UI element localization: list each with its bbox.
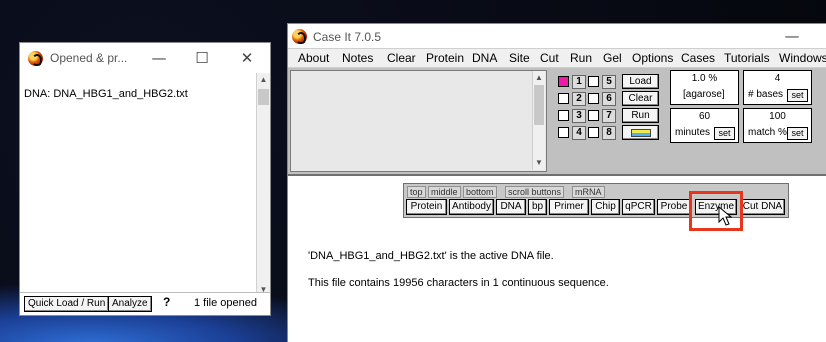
agarose-value[interactable]: 1.0 % [671, 73, 738, 84]
status-text: 1 file opened [194, 297, 257, 309]
chip-tool-button[interactable]: Chip [591, 199, 620, 215]
menu-protein[interactable]: Protein [426, 51, 464, 65]
cursor-arrow-icon [718, 206, 732, 226]
agarose-param: 1.0 % [agarose] [670, 70, 739, 105]
lane-number: 2 [572, 92, 586, 106]
match-value[interactable]: 100 [744, 111, 811, 122]
agarose-label: [agarose] [683, 89, 725, 100]
scroll-thumb[interactable] [534, 85, 544, 125]
palette-tab-mrna[interactable]: mRNA [572, 186, 605, 198]
protein-tool-button[interactable]: Protein [406, 199, 447, 215]
title-bar[interactable]: Case It 7.0.5 — [288, 24, 826, 48]
menu-run[interactable]: Run [570, 51, 592, 65]
maximize-icon[interactable]: ☐ [188, 47, 216, 69]
menu-clear[interactable]: Clear [387, 51, 416, 65]
status-bar: Quick Load / Run Analyze ? 1 file opened [20, 292, 270, 315]
match-set-button[interactable]: set [787, 127, 808, 140]
minutes-label: minutes [675, 127, 711, 138]
menu-cut[interactable]: Cut [540, 51, 559, 65]
lane-checkbox[interactable] [588, 93, 599, 104]
menu-about[interactable]: About [298, 51, 329, 65]
active-file-message: 'DNA_HBG1_and_HBG2.txt' is the active DN… [308, 250, 554, 262]
match-label: match % [748, 127, 787, 138]
lane-number: 8 [602, 126, 616, 140]
menu-cases[interactable]: Cases [681, 51, 715, 65]
vertical-scrollbar[interactable]: ▲ ▼ [256, 73, 270, 297]
lane-checkbox[interactable] [588, 76, 599, 87]
probe-tool-button[interactable]: Probe [657, 199, 691, 215]
bp-tool-button[interactable]: bp [528, 199, 547, 215]
quick-load-run-button[interactable]: Quick Load / Run [24, 296, 110, 312]
cut-dna-tool-button[interactable]: Cut DNA [740, 199, 785, 215]
sequence-list[interactable] [290, 70, 547, 172]
palette-tab-middle[interactable]: middle [428, 186, 461, 198]
highlight-box [689, 191, 743, 231]
palette-tab-scroll-buttons[interactable]: scroll buttons [505, 186, 565, 198]
lane-checkbox[interactable] [558, 76, 569, 87]
palette-tab-bottom[interactable]: bottom [463, 186, 497, 198]
minimize-icon[interactable]: — [145, 47, 173, 69]
minimize-icon[interactable]: — [778, 25, 806, 47]
minutes-param: 60 minutes set [670, 108, 739, 143]
lane-checkbox[interactable] [558, 127, 569, 138]
sequence-info-message: This file contains 19956 characters in 1… [308, 277, 609, 289]
window-title: Opened & pr... [50, 51, 128, 65]
scroll-up-icon[interactable]: ▲ [533, 71, 545, 85]
opened-files-window: Opened & pr... — ☐ ✕ DNA: DNA_HBG1_and_H… [20, 43, 270, 315]
minutes-set-button[interactable]: set [714, 127, 735, 140]
menu-windows[interactable]: Windows [779, 51, 826, 65]
title-bar[interactable]: Opened & pr... — ☐ ✕ [20, 43, 270, 73]
primer-tool-button[interactable]: Primer [549, 199, 589, 215]
scroll-up-icon[interactable]: ▲ [257, 73, 270, 87]
lane-number: 4 [572, 126, 586, 140]
menu-dna[interactable]: DNA [472, 51, 497, 65]
lane-checkbox[interactable] [558, 110, 569, 121]
menu-options[interactable]: Options [632, 51, 673, 65]
lane-number: 1 [572, 75, 586, 89]
lane-checkbox[interactable] [558, 93, 569, 104]
dna-tool-button[interactable]: DNA [496, 199, 526, 215]
analyze-button[interactable]: Analyze [108, 296, 152, 312]
help-icon[interactable]: ? [163, 295, 170, 309]
lane-checkbox[interactable] [588, 127, 599, 138]
toolbar: ▲ ▼ 1 5 2 6 3 7 4 8 Load Clear Run 1.0 %… [288, 68, 826, 176]
lane-number: 5 [602, 75, 616, 89]
lane-checkbox[interactable] [588, 110, 599, 121]
scroll-down-icon[interactable]: ▼ [533, 156, 545, 170]
lane-number: 7 [602, 109, 616, 123]
lane-number: 6 [602, 92, 616, 106]
lane-panel: 1 5 2 6 3 7 4 8 Load Clear Run [550, 70, 666, 170]
gel-icon [630, 129, 651, 137]
bases-param: 4 # bases set [743, 70, 812, 105]
menu-site[interactable]: Site [509, 51, 530, 65]
gel-view-button[interactable] [622, 125, 659, 140]
menu-bar: About Notes Clear Protein DNA Site Cut R… [288, 48, 826, 68]
file-list: DNA: DNA_HBG1_and_HBG2.txt [20, 73, 256, 295]
close-icon[interactable]: ✕ [233, 47, 261, 69]
lane-number: 3 [572, 109, 586, 123]
menu-gel[interactable]: Gel [603, 51, 622, 65]
palette-tab-top[interactable]: top [407, 186, 426, 198]
run-button[interactable]: Run [622, 108, 659, 123]
clear-button[interactable]: Clear [622, 91, 659, 106]
qpcr-tool-button[interactable]: qPCR [622, 199, 655, 215]
list-scrollbar[interactable]: ▲ ▼ [532, 71, 545, 170]
load-button[interactable]: Load [622, 74, 659, 89]
minutes-value[interactable]: 60 [671, 111, 738, 122]
content-area: top middle bottom scroll buttons mRNA Pr… [288, 176, 826, 342]
bases-value[interactable]: 4 [744, 73, 811, 84]
menu-notes[interactable]: Notes [342, 51, 373, 65]
file-entry[interactable]: DNA: DNA_HBG1_and_HBG2.txt [24, 88, 188, 100]
app-logo-icon [28, 51, 43, 66]
bases-label: # bases [748, 89, 784, 100]
window-title: Case It 7.0.5 [313, 30, 382, 44]
menu-tutorials[interactable]: Tutorials [724, 51, 770, 65]
bases-set-button[interactable]: set [787, 89, 808, 102]
app-logo-icon [292, 29, 307, 44]
antibody-tool-button[interactable]: Antibody [449, 199, 494, 215]
scroll-thumb[interactable] [258, 89, 269, 105]
match-param: 100 match % set [743, 108, 812, 143]
case-it-window: Case It 7.0.5 — About Notes Clear Protei… [288, 24, 826, 342]
